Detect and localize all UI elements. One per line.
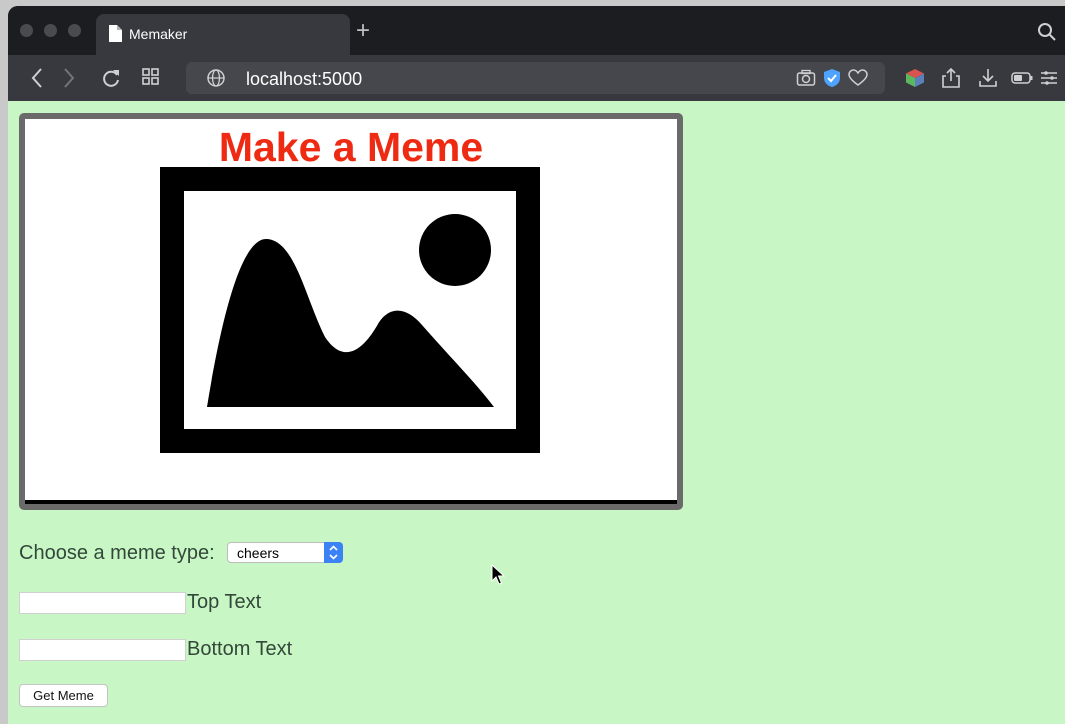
document-icon bbox=[109, 25, 122, 42]
tab-grid-icon[interactable] bbox=[141, 67, 161, 87]
reload-icon[interactable] bbox=[100, 67, 122, 89]
image-placeholder-icon bbox=[160, 167, 540, 453]
camera-icon[interactable] bbox=[796, 69, 816, 87]
battery-icon[interactable] bbox=[1011, 67, 1033, 89]
page-content: Make a Meme Choose a meme type: cheers T… bbox=[8, 101, 1065, 724]
zoom-window-button[interactable] bbox=[68, 24, 81, 37]
forward-icon[interactable] bbox=[62, 67, 76, 89]
bottom-text-input[interactable] bbox=[19, 639, 186, 661]
tab-bar: Memaker + bbox=[8, 6, 1065, 55]
meme-type-label: Choose a meme type: bbox=[19, 542, 215, 564]
globe-icon bbox=[207, 69, 225, 87]
menu-icon[interactable] bbox=[1040, 67, 1058, 89]
url-text: localhost:5000 bbox=[246, 69, 363, 89]
heart-icon[interactable] bbox=[848, 69, 868, 87]
back-icon[interactable] bbox=[30, 67, 44, 89]
meme-type-select[interactable]: cheers bbox=[227, 542, 343, 563]
shield-check-icon[interactable] bbox=[823, 68, 841, 88]
extension-cube-icon[interactable] bbox=[904, 67, 926, 89]
tab-title: Memaker bbox=[129, 26, 188, 42]
address-bar[interactable]: localhost:5000 bbox=[186, 62, 885, 94]
minimize-window-button[interactable] bbox=[44, 24, 57, 37]
meme-preview: Make a Meme bbox=[19, 113, 683, 510]
mouse-cursor-icon bbox=[491, 564, 505, 585]
share-icon[interactable] bbox=[941, 67, 961, 89]
top-text-label: Top Text bbox=[187, 591, 262, 613]
close-window-button[interactable] bbox=[20, 24, 33, 37]
bottom-text-label: Bottom Text bbox=[187, 638, 293, 660]
new-tab-button[interactable]: + bbox=[356, 19, 370, 43]
tab-memaker[interactable]: Memaker bbox=[96, 14, 350, 55]
meme-title: Make a Meme bbox=[218, 124, 484, 170]
search-icon[interactable] bbox=[1037, 22, 1057, 42]
top-text-input[interactable] bbox=[19, 592, 186, 614]
navigation-toolbar: localhost:5000 bbox=[8, 55, 1065, 101]
meme-type-selected: cheers bbox=[237, 545, 280, 561]
get-meme-button[interactable]: Get Meme bbox=[19, 684, 108, 707]
select-arrows-icon bbox=[324, 542, 343, 563]
browser-window: Memaker + localhost:5000 Make a Meme Cho… bbox=[8, 6, 1065, 724]
download-icon[interactable] bbox=[978, 67, 998, 89]
